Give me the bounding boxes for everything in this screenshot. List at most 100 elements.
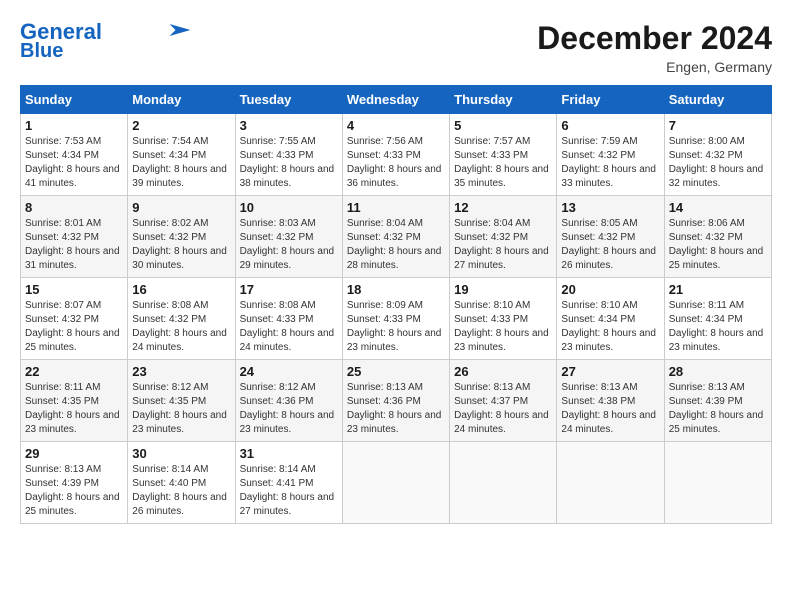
daylight-label: Daylight: 8 hours and 36 minutes. <box>347 164 442 189</box>
day-cell-4: 4 Sunrise: 7:56 AM Sunset: 4:33 PM Dayli… <box>342 114 449 196</box>
sunrise-label: Sunrise: 8:04 AM <box>347 218 423 229</box>
page-header: General Blue December 2024 Engen, German… <box>20 20 772 75</box>
sunset-label: Sunset: 4:32 PM <box>132 314 206 325</box>
day-info: Sunrise: 7:54 AM Sunset: 4:34 PM Dayligh… <box>132 135 230 191</box>
day-info: Sunrise: 8:10 AM Sunset: 4:34 PM Dayligh… <box>561 299 659 355</box>
day-info: Sunrise: 8:07 AM Sunset: 4:32 PM Dayligh… <box>25 299 123 355</box>
weekday-header-wednesday: Wednesday <box>342 86 449 114</box>
sunrise-label: Sunrise: 8:13 AM <box>347 382 423 393</box>
sunrise-label: Sunrise: 8:13 AM <box>561 382 637 393</box>
daylight-label: Daylight: 8 hours and 24 minutes. <box>561 410 656 435</box>
sunset-label: Sunset: 4:32 PM <box>132 232 206 243</box>
day-info: Sunrise: 7:59 AM Sunset: 4:32 PM Dayligh… <box>561 135 659 191</box>
day-cell-31: 31 Sunrise: 8:14 AM Sunset: 4:41 PM Dayl… <box>235 442 342 524</box>
day-info: Sunrise: 8:14 AM Sunset: 4:40 PM Dayligh… <box>132 463 230 519</box>
day-number: 26 <box>454 364 552 379</box>
weekday-header-friday: Friday <box>557 86 664 114</box>
day-number: 13 <box>561 200 659 215</box>
sunset-label: Sunset: 4:34 PM <box>669 314 743 325</box>
daylight-label: Daylight: 8 hours and 30 minutes. <box>132 246 227 271</box>
empty-cell <box>664 442 771 524</box>
sunset-label: Sunset: 4:35 PM <box>132 396 206 407</box>
day-info: Sunrise: 8:08 AM Sunset: 4:32 PM Dayligh… <box>132 299 230 355</box>
day-cell-3: 3 Sunrise: 7:55 AM Sunset: 4:33 PM Dayli… <box>235 114 342 196</box>
day-cell-26: 26 Sunrise: 8:13 AM Sunset: 4:37 PM Dayl… <box>450 360 557 442</box>
day-cell-9: 9 Sunrise: 8:02 AM Sunset: 4:32 PM Dayli… <box>128 196 235 278</box>
day-number: 17 <box>240 282 338 297</box>
day-cell-27: 27 Sunrise: 8:13 AM Sunset: 4:38 PM Dayl… <box>557 360 664 442</box>
day-info: Sunrise: 8:12 AM Sunset: 4:36 PM Dayligh… <box>240 381 338 437</box>
day-cell-8: 8 Sunrise: 8:01 AM Sunset: 4:32 PM Dayli… <box>21 196 128 278</box>
calendar-table: SundayMondayTuesdayWednesdayThursdayFrid… <box>20 85 772 524</box>
day-info: Sunrise: 8:13 AM Sunset: 4:38 PM Dayligh… <box>561 381 659 437</box>
weekday-header-monday: Monday <box>128 86 235 114</box>
sunset-label: Sunset: 4:33 PM <box>240 150 314 161</box>
sunset-label: Sunset: 4:39 PM <box>669 396 743 407</box>
day-info: Sunrise: 8:04 AM Sunset: 4:32 PM Dayligh… <box>347 217 445 273</box>
sunset-label: Sunset: 4:36 PM <box>347 396 421 407</box>
day-number: 27 <box>561 364 659 379</box>
week-row-4: 22 Sunrise: 8:11 AM Sunset: 4:35 PM Dayl… <box>21 360 772 442</box>
day-info: Sunrise: 8:05 AM Sunset: 4:32 PM Dayligh… <box>561 217 659 273</box>
daylight-label: Daylight: 8 hours and 25 minutes. <box>669 246 764 271</box>
daylight-label: Daylight: 8 hours and 23 minutes. <box>669 328 764 353</box>
day-info: Sunrise: 7:55 AM Sunset: 4:33 PM Dayligh… <box>240 135 338 191</box>
sunrise-label: Sunrise: 8:12 AM <box>240 382 316 393</box>
week-row-3: 15 Sunrise: 8:07 AM Sunset: 4:32 PM Dayl… <box>21 278 772 360</box>
day-cell-20: 20 Sunrise: 8:10 AM Sunset: 4:34 PM Dayl… <box>557 278 664 360</box>
day-info: Sunrise: 8:14 AM Sunset: 4:41 PM Dayligh… <box>240 463 338 519</box>
daylight-label: Daylight: 8 hours and 27 minutes. <box>240 492 335 517</box>
daylight-label: Daylight: 8 hours and 41 minutes. <box>25 164 120 189</box>
sunrise-label: Sunrise: 8:14 AM <box>132 464 208 475</box>
day-number: 9 <box>132 200 230 215</box>
sunset-label: Sunset: 4:37 PM <box>454 396 528 407</box>
daylight-label: Daylight: 8 hours and 29 minutes. <box>240 246 335 271</box>
daylight-label: Daylight: 8 hours and 25 minutes. <box>669 410 764 435</box>
day-cell-24: 24 Sunrise: 8:12 AM Sunset: 4:36 PM Dayl… <box>235 360 342 442</box>
day-cell-12: 12 Sunrise: 8:04 AM Sunset: 4:32 PM Dayl… <box>450 196 557 278</box>
sunset-label: Sunset: 4:36 PM <box>240 396 314 407</box>
day-number: 6 <box>561 118 659 133</box>
day-cell-22: 22 Sunrise: 8:11 AM Sunset: 4:35 PM Dayl… <box>21 360 128 442</box>
sunrise-label: Sunrise: 8:10 AM <box>561 300 637 311</box>
sunset-label: Sunset: 4:39 PM <box>25 478 99 489</box>
sunrise-label: Sunrise: 8:05 AM <box>561 218 637 229</box>
day-number: 25 <box>347 364 445 379</box>
day-number: 10 <box>240 200 338 215</box>
sunset-label: Sunset: 4:34 PM <box>25 150 99 161</box>
daylight-label: Daylight: 8 hours and 35 minutes. <box>454 164 549 189</box>
sunset-label: Sunset: 4:38 PM <box>561 396 635 407</box>
daylight-label: Daylight: 8 hours and 23 minutes. <box>132 410 227 435</box>
day-number: 15 <box>25 282 123 297</box>
sunrise-label: Sunrise: 7:53 AM <box>25 136 101 147</box>
day-number: 31 <box>240 446 338 461</box>
daylight-label: Daylight: 8 hours and 25 minutes. <box>25 492 120 517</box>
daylight-label: Daylight: 8 hours and 28 minutes. <box>347 246 442 271</box>
daylight-label: Daylight: 8 hours and 38 minutes. <box>240 164 335 189</box>
day-number: 11 <box>347 200 445 215</box>
day-info: Sunrise: 8:04 AM Sunset: 4:32 PM Dayligh… <box>454 217 552 273</box>
day-number: 7 <box>669 118 767 133</box>
sunrise-label: Sunrise: 8:04 AM <box>454 218 530 229</box>
daylight-label: Daylight: 8 hours and 23 minutes. <box>454 328 549 353</box>
week-row-5: 29 Sunrise: 8:13 AM Sunset: 4:39 PM Dayl… <box>21 442 772 524</box>
sunset-label: Sunset: 4:32 PM <box>561 232 635 243</box>
sunrise-label: Sunrise: 8:07 AM <box>25 300 101 311</box>
day-number: 16 <box>132 282 230 297</box>
daylight-label: Daylight: 8 hours and 24 minutes. <box>132 328 227 353</box>
day-cell-23: 23 Sunrise: 8:12 AM Sunset: 4:35 PM Dayl… <box>128 360 235 442</box>
day-cell-1: 1 Sunrise: 7:53 AM Sunset: 4:34 PM Dayli… <box>21 114 128 196</box>
day-info: Sunrise: 8:00 AM Sunset: 4:32 PM Dayligh… <box>669 135 767 191</box>
daylight-label: Daylight: 8 hours and 24 minutes. <box>454 410 549 435</box>
sunset-label: Sunset: 4:33 PM <box>240 314 314 325</box>
logo-icon <box>162 22 192 38</box>
day-cell-18: 18 Sunrise: 8:09 AM Sunset: 4:33 PM Dayl… <box>342 278 449 360</box>
location: Engen, Germany <box>537 59 772 75</box>
day-number: 30 <box>132 446 230 461</box>
day-info: Sunrise: 8:09 AM Sunset: 4:33 PM Dayligh… <box>347 299 445 355</box>
week-row-2: 8 Sunrise: 8:01 AM Sunset: 4:32 PM Dayli… <box>21 196 772 278</box>
day-info: Sunrise: 7:56 AM Sunset: 4:33 PM Dayligh… <box>347 135 445 191</box>
day-number: 18 <box>347 282 445 297</box>
sunrise-label: Sunrise: 8:11 AM <box>25 382 100 393</box>
sunset-label: Sunset: 4:33 PM <box>454 150 528 161</box>
